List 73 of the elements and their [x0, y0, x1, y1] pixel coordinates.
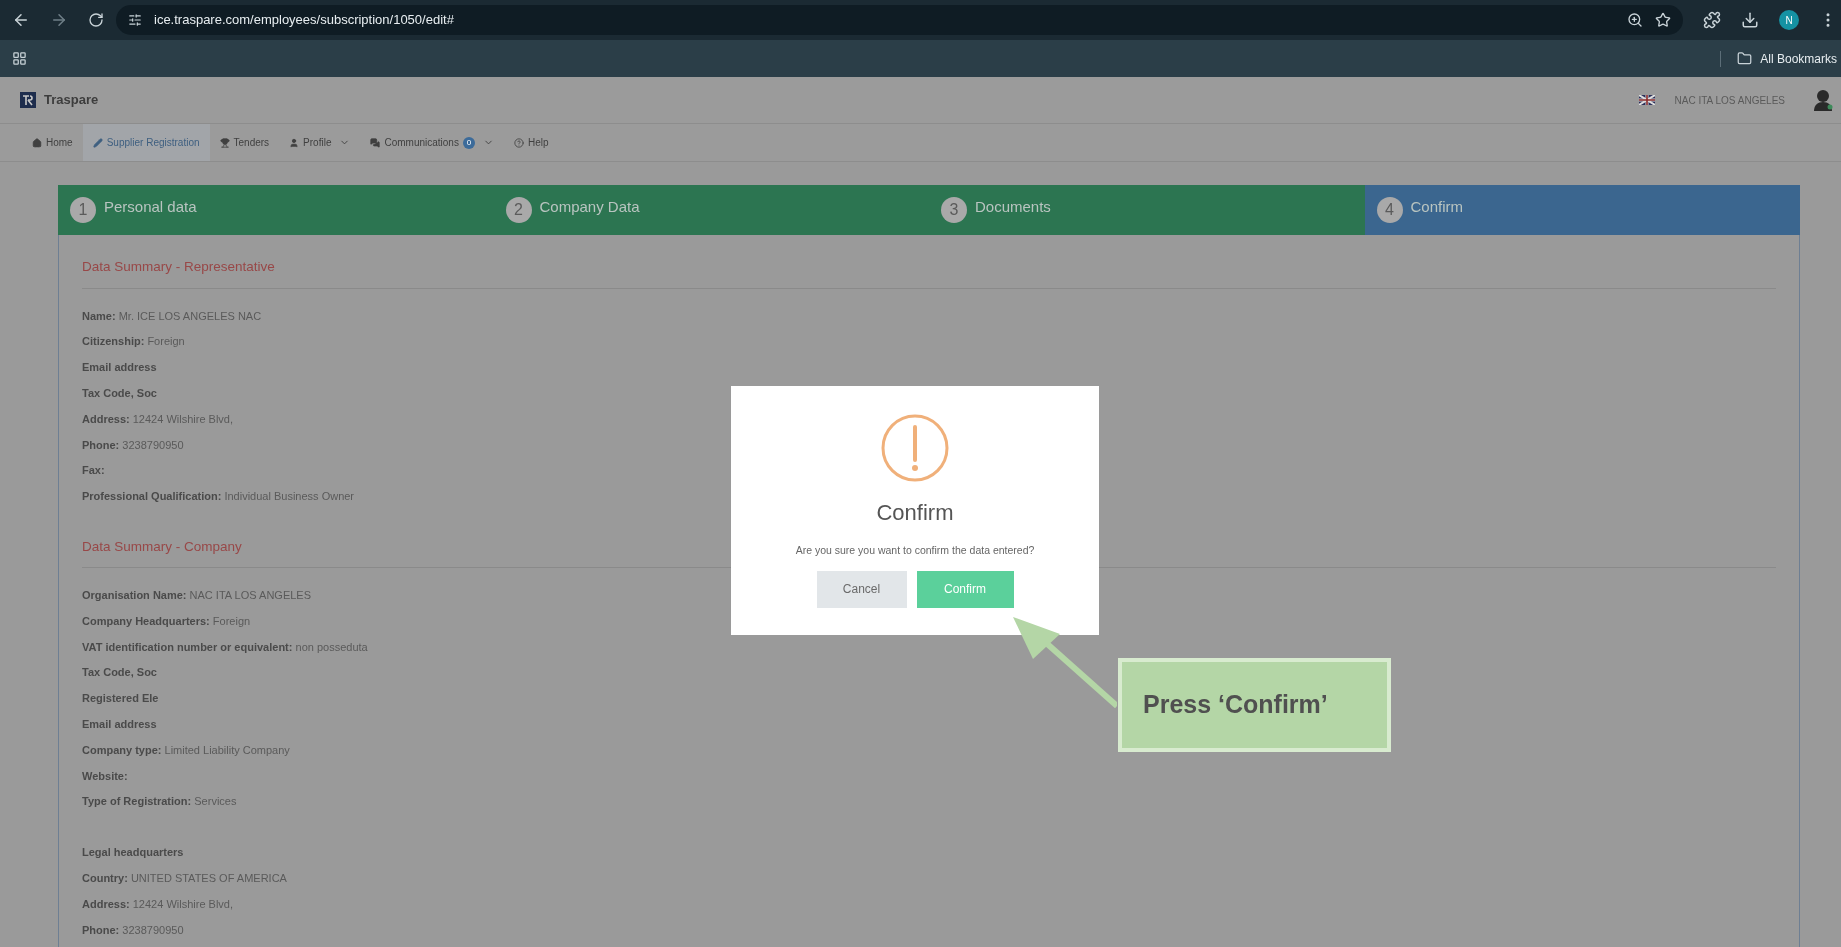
zoom-icon[interactable] — [1627, 12, 1643, 28]
dialog-title: Confirm — [876, 499, 954, 527]
field-text: Address: 12424 Wilshire Blvd, — [82, 411, 233, 427]
site-settings-icon[interactable] — [128, 13, 142, 27]
field-text: Type of Registration: Services — [82, 794, 237, 810]
field-text: Tax Code, Soc — [82, 665, 157, 681]
field-text: Email address — [82, 360, 157, 376]
address-bar[interactable]: ice.traspare.com/employees/subscription/1050/edit# — [116, 5, 1683, 35]
field-text: Address: 12424 Wilshire Blvd, — [82, 896, 233, 912]
reload-icon[interactable] — [88, 12, 104, 28]
bookmarks-link[interactable]: All Bookmarks — [1760, 49, 1837, 68]
download-icon[interactable] — [1741, 11, 1759, 29]
warning-icon — [881, 414, 949, 482]
field-text: Website: — [82, 768, 128, 784]
step-number: 3 — [941, 197, 967, 223]
nav-item[interactable]: Profile — [279, 124, 361, 161]
home-icon — [32, 137, 42, 148]
field-text: Organisation Name: NAC ITA LOS ANGELES — [82, 588, 312, 603]
field-text: Registered Ele — [82, 691, 159, 707]
field-text: Phone: 3238790950 — [82, 437, 184, 453]
field-text: Professional Qualification: Individual Business Owner — [82, 489, 355, 505]
count-badge: 0 — [462, 136, 475, 149]
subheading: Legal headquarters — [82, 845, 184, 861]
wizard-step[interactable]: 2 Company Data — [493, 185, 929, 235]
wizard-step[interactable]: 3 Documents — [929, 185, 1365, 235]
user-name[interactable]: NAC ITA LOS ANGELES — [1674, 92, 1785, 108]
wizard-step[interactable]: 1 Personal data — [58, 185, 494, 235]
step-label: Documents — [975, 196, 1051, 217]
field-text: Fax: — [82, 463, 105, 479]
help-icon — [513, 137, 524, 148]
field-text: VAT identification number or equivalent: non posseduta — [82, 639, 368, 655]
logo-icon — [20, 92, 36, 108]
nav-item[interactable]: Help — [503, 124, 559, 161]
step-number: 2 — [505, 197, 532, 223]
step-number: 1 — [70, 197, 96, 223]
forward-icon[interactable] — [50, 11, 68, 29]
folder-icon[interactable] — [1737, 51, 1753, 66]
url-text: ice.traspare.com/employees/subscription/1050/edit# — [154, 11, 454, 30]
nav-item[interactable]: Communications 0 — [360, 124, 504, 161]
apps-grid-icon[interactable] — [12, 51, 27, 66]
field-text: Name: Mr. ICE LOS ANGELES NAC — [82, 308, 262, 324]
user-icon — [289, 137, 300, 148]
confirm-button[interactable]: Confirm — [916, 570, 1014, 608]
nav-item[interactable]: Home — [22, 124, 83, 161]
section-heading: Data Summary - Representative — [82, 258, 275, 277]
speech-bubbles-icon — [370, 137, 381, 148]
section-heading: Data Summary - Company — [82, 537, 242, 556]
step-label: Personal data — [104, 196, 197, 217]
pencil-icon — [92, 137, 103, 148]
trophy-icon — [219, 137, 230, 148]
account-initial-badge[interactable]: N — [1779, 10, 1799, 30]
field-text: Company type: Limited Liability Company — [82, 742, 290, 758]
field-text: Country: UNITED STATES OF AMERICA — [82, 871, 287, 886]
step-label: Company Data — [539, 196, 640, 217]
back-icon[interactable] — [12, 11, 30, 29]
step-label: Confirm — [1410, 196, 1463, 217]
field-text: Email address — [82, 717, 157, 732]
extensions-icon[interactable] — [1703, 11, 1721, 29]
wizard-step[interactable]: 4 Confirm — [1364, 185, 1800, 235]
brand-name: Traspare — [44, 91, 99, 110]
flag-icon[interactable] — [1638, 95, 1655, 105]
dialog-message: Are you sure you want to confirm the data entered? — [795, 543, 1035, 558]
avatar-silhouette-icon[interactable] — [1813, 89, 1833, 111]
field-text: Citizenship: Foreign — [82, 334, 185, 350]
nav-item[interactable]: Supplier Registration — [82, 124, 210, 161]
field-text: Company Headquarters: Foreign — [82, 613, 251, 629]
nav-item[interactable]: Tenders — [209, 124, 280, 161]
bookmark-star-icon[interactable] — [1655, 12, 1671, 28]
step-number: 4 — [1376, 197, 1403, 223]
field-text: Phone: 3238790950 — [82, 922, 184, 938]
cancel-button[interactable]: Cancel — [816, 570, 907, 608]
callout-text: Press ‘Confirm’ — [1143, 689, 1328, 721]
field-text: Tax Code, Soc — [82, 386, 157, 402]
